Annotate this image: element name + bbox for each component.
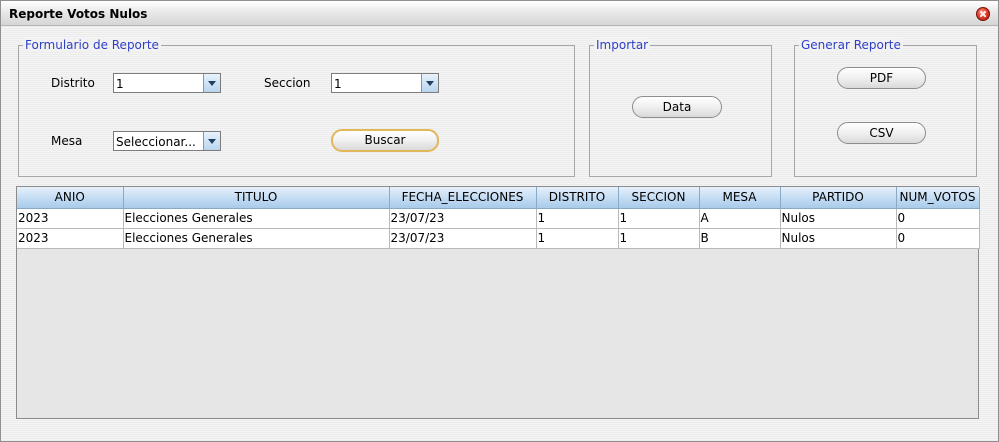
generate-report-legend: Generar Reporte <box>799 38 903 52</box>
mesa-label: Mesa <box>51 134 83 148</box>
generate-report-group: Generar Reporte <box>794 38 977 177</box>
buscar-button[interactable]: Buscar <box>331 129 439 152</box>
report-form-legend: Formulario de Reporte <box>23 38 161 52</box>
column-header-anio[interactable]: ANIO <box>17 187 124 209</box>
table-cell: 23/07/23 <box>389 228 537 249</box>
column-header-titulo[interactable]: TITULO <box>123 187 390 209</box>
distrito-select[interactable]: 1 <box>113 73 221 93</box>
chevron-down-icon[interactable] <box>203 132 220 150</box>
report-form-group: Formulario de Reporte <box>18 38 575 177</box>
results-table: ANIO TITULO FECHA_ELECCIONES DISTRITO SE… <box>17 187 980 249</box>
table-cell: 1 <box>618 208 700 229</box>
seccion-label: Seccion <box>264 76 311 90</box>
seccion-select[interactable]: 1 <box>331 73 439 93</box>
column-header-seccion[interactable]: SECCION <box>618 187 700 209</box>
table-cell: 1 <box>618 228 700 249</box>
table-cell: 0 <box>896 208 980 229</box>
table-cell: 1 <box>536 208 619 229</box>
distrito-value: 1 <box>116 77 124 91</box>
pdf-button[interactable]: PDF <box>837 67 926 89</box>
table-cell: 1 <box>536 228 619 249</box>
close-icon[interactable] <box>976 7 990 21</box>
mesa-value: Seleccionar... <box>116 135 196 149</box>
table-cell: Elecciones Generales <box>123 228 390 249</box>
table-header-row: ANIO TITULO FECHA_ELECCIONES DISTRITO SE… <box>17 187 980 209</box>
table-cell: 2023 <box>17 228 124 249</box>
column-header-fecha-elecciones[interactable]: FECHA_ELECCIONES <box>389 187 537 209</box>
distrito-label: Distrito <box>51 76 95 90</box>
data-import-button[interactable]: Data <box>632 96 722 118</box>
table-cell: Nulos <box>780 208 897 229</box>
import-legend: Importar <box>594 38 651 52</box>
chevron-down-icon[interactable] <box>421 74 438 92</box>
table-row[interactable]: 2023 Elecciones Generales 23/07/23 1 1 B… <box>17 228 980 249</box>
mesa-select[interactable]: Seleccionar... <box>113 131 221 151</box>
report-window: Reporte Votos Nulos Formulario de Report… <box>0 0 999 442</box>
chevron-down-icon[interactable] <box>203 74 220 92</box>
column-header-mesa[interactable]: MESA <box>699 187 781 209</box>
table-cell: Elecciones Generales <box>123 208 390 229</box>
csv-button[interactable]: CSV <box>837 122 926 144</box>
table-cell: 23/07/23 <box>389 208 537 229</box>
results-table-container[interactable]: ANIO TITULO FECHA_ELECCIONES DISTRITO SE… <box>16 186 980 419</box>
seccion-value: 1 <box>334 77 342 91</box>
title-bar: Reporte Votos Nulos <box>1 1 998 26</box>
table-cell: 2023 <box>17 208 124 229</box>
column-header-partido[interactable]: PARTIDO <box>780 187 897 209</box>
window-title: Reporte Votos Nulos <box>9 7 148 21</box>
column-header-num-votos[interactable]: NUM_VOTOS <box>896 187 980 209</box>
table-cell: 0 <box>896 228 980 249</box>
column-header-distrito[interactable]: DISTRITO <box>536 187 619 209</box>
table-cell: A <box>699 208 781 229</box>
table-cell: Nulos <box>780 228 897 249</box>
table-cell: B <box>699 228 781 249</box>
table-row[interactable]: 2023 Elecciones Generales 23/07/23 1 1 A… <box>17 208 980 229</box>
